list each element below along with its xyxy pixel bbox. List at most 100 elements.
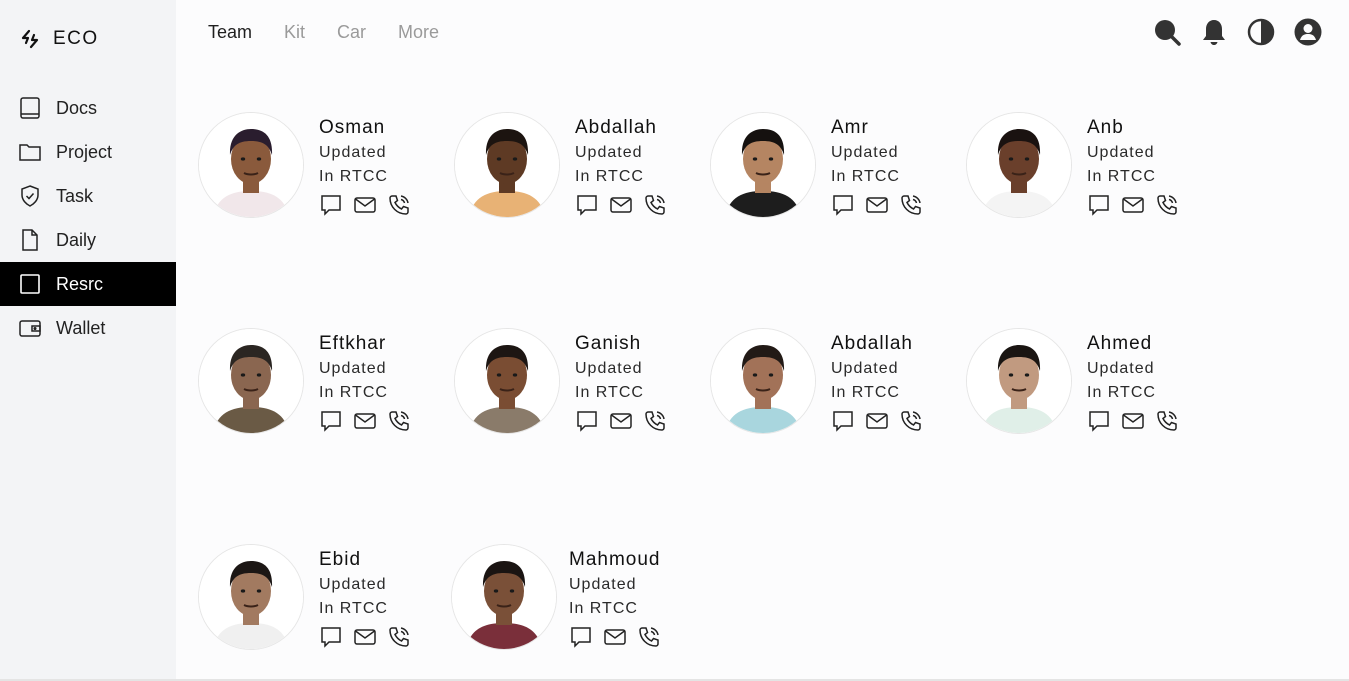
phone-call-icon[interactable] [1155,409,1179,433]
member-photo [967,113,1071,217]
sidebar: ECO Docs Project Task Daily Resrc Wallet [0,0,176,681]
avatar[interactable] [966,112,1072,218]
mail-icon[interactable] [353,409,377,433]
square-icon [20,274,40,294]
chat-icon[interactable] [319,409,343,433]
mail-icon[interactable] [1121,409,1145,433]
mail-icon[interactable] [865,193,889,217]
mail-icon[interactable] [1121,193,1145,217]
sidebar-item-task[interactable]: Task [0,174,176,218]
brand[interactable]: ECO [20,26,99,52]
member-photo [199,113,303,217]
phone-call-icon[interactable] [637,625,661,649]
avatar[interactable] [198,112,304,218]
member-status: Updated [319,360,387,377]
member-info: Anb Updated In RTCC [1087,115,1179,217]
sidebar-nav: Docs Project Task Daily Resrc Wallet [0,86,176,350]
team-member-card[interactable]: Ebid Updated In RTCC [198,544,438,664]
avatar[interactable] [966,328,1072,434]
phone-call-icon[interactable] [899,193,923,217]
member-name: Mahmoud [569,549,661,570]
member-status: Updated [319,576,387,593]
member-name: Anb [1087,117,1124,138]
mail-icon[interactable] [609,193,633,217]
avatar[interactable] [198,544,304,650]
member-photo [967,329,1071,433]
chat-icon[interactable] [575,193,599,217]
chat-icon[interactable] [575,409,599,433]
tab-team[interactable]: Team [208,22,252,43]
member-photo [711,329,815,433]
chat-icon[interactable] [831,193,855,217]
member-info: Ganish Updated In RTCC [575,331,667,433]
member-location: In RTCC [575,168,644,185]
team-member-card[interactable]: Mahmoud Updated In RTCC [451,544,691,664]
sidebar-item-label: Resrc [56,273,104,294]
tab-more[interactable]: More [398,22,439,43]
mail-icon[interactable] [353,625,377,649]
team-member-card[interactable]: Osman Updated In RTCC [198,112,438,232]
member-status: Updated [569,576,637,593]
avatar[interactable] [454,328,560,434]
avatar[interactable] [454,112,560,218]
sidebar-item-project[interactable]: Project [0,130,176,174]
member-actions [831,409,923,433]
bell-icon[interactable] [1200,18,1228,46]
sidebar-item-wallet[interactable]: Wallet [0,306,176,350]
mail-icon[interactable] [353,193,377,217]
sidebar-item-docs[interactable]: Docs [0,86,176,130]
sidebar-item-resrc[interactable]: Resrc [0,262,176,306]
chat-icon[interactable] [319,193,343,217]
member-name: Abdallah [575,117,657,138]
member-info: Mahmoud Updated In RTCC [569,547,661,649]
tab-car[interactable]: Car [337,22,366,43]
mail-icon[interactable] [603,625,627,649]
chat-icon[interactable] [831,409,855,433]
team-member-card[interactable]: Ahmed Updated In RTCC [966,328,1206,448]
top-tabs: Team Kit Car More [208,22,439,43]
book-icon [20,97,40,119]
phone-call-icon[interactable] [643,409,667,433]
chat-icon[interactable] [1087,409,1111,433]
team-member-card[interactable]: Ganish Updated In RTCC [454,328,694,448]
avatar[interactable] [451,544,557,650]
phone-call-icon[interactable] [1155,193,1179,217]
member-name: Ganish [575,333,642,354]
member-info: Abdallah Updated In RTCC [575,115,667,217]
folder-icon [19,144,41,161]
member-status: Updated [575,360,643,377]
mail-icon[interactable] [609,409,633,433]
member-photo [452,545,556,649]
member-info: Amr Updated In RTCC [831,115,923,217]
phone-call-icon[interactable] [387,625,411,649]
account-icon[interactable] [1294,18,1322,46]
member-location: In RTCC [319,168,388,185]
chat-icon[interactable] [319,625,343,649]
member-actions [575,409,667,433]
team-member-card[interactable]: Abdallah Updated In RTCC [454,112,694,232]
team-member-card[interactable]: Amr Updated In RTCC [710,112,950,232]
sidebar-item-daily[interactable]: Daily [0,218,176,262]
avatar[interactable] [710,328,816,434]
member-location: In RTCC [569,600,638,617]
avatar[interactable] [710,112,816,218]
phone-call-icon[interactable] [899,409,923,433]
member-info: Eftkhar Updated In RTCC [319,331,411,433]
avatar[interactable] [198,328,304,434]
sidebar-item-label: Project [56,141,113,162]
chat-icon[interactable] [569,625,593,649]
member-status: Updated [831,360,899,377]
mail-icon[interactable] [865,409,889,433]
theme-toggle-icon[interactable] [1247,18,1275,46]
phone-call-icon[interactable] [387,409,411,433]
tab-kit[interactable]: Kit [284,22,305,43]
team-member-card[interactable]: Anb Updated In RTCC [966,112,1206,232]
team-member-card[interactable]: Abdallah Updated In RTCC [710,328,950,448]
member-name: Osman [319,117,386,138]
chat-icon[interactable] [1087,193,1111,217]
phone-call-icon[interactable] [643,193,667,217]
search-icon[interactable] [1153,18,1181,46]
sidebar-item-label: Wallet [56,317,106,338]
phone-call-icon[interactable] [387,193,411,217]
team-member-card[interactable]: Eftkhar Updated In RTCC [198,328,438,448]
